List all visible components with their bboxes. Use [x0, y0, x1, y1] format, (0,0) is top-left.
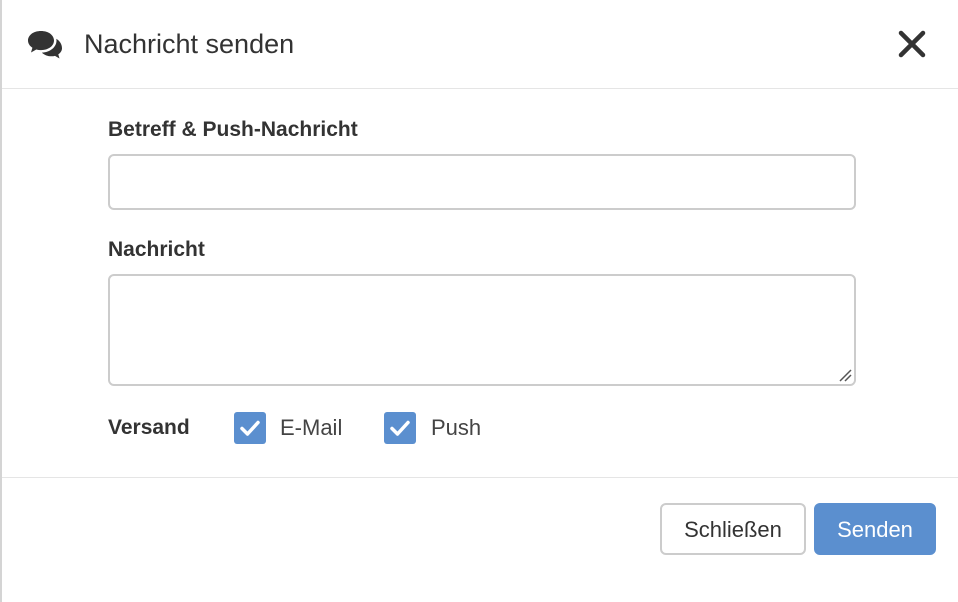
close-icon[interactable]	[896, 28, 928, 60]
subject-input[interactable]	[108, 154, 856, 210]
message-label: Nachricht	[108, 238, 205, 261]
send-message-dialog: Nachricht senden Betreff & Push-Nachrich…	[0, 0, 958, 602]
checkmark-icon	[390, 420, 410, 436]
checkmark-icon	[240, 420, 260, 436]
resize-grip-icon[interactable]	[838, 368, 852, 382]
dialog-title: Nachricht senden	[84, 29, 295, 59]
send-button[interactable]: Senden	[814, 503, 936, 555]
message-textarea[interactable]	[108, 274, 856, 386]
dialog-header: Nachricht senden	[2, 0, 958, 89]
email-checkbox-label[interactable]: E-Mail	[280, 415, 342, 441]
push-checkbox-label[interactable]: Push	[431, 415, 481, 441]
push-checkbox[interactable]	[384, 412, 416, 444]
dialog-footer: Schließen Senden	[2, 477, 958, 602]
email-checkbox[interactable]	[234, 412, 266, 444]
comments-icon	[27, 30, 63, 60]
subject-label: Betreff & Push-Nachricht	[108, 118, 358, 141]
close-button[interactable]: Schließen	[660, 503, 806, 555]
dialog-body: Betreff & Push-Nachricht Nachricht Versa…	[2, 89, 958, 477]
delivery-label: Versand	[108, 416, 190, 439]
